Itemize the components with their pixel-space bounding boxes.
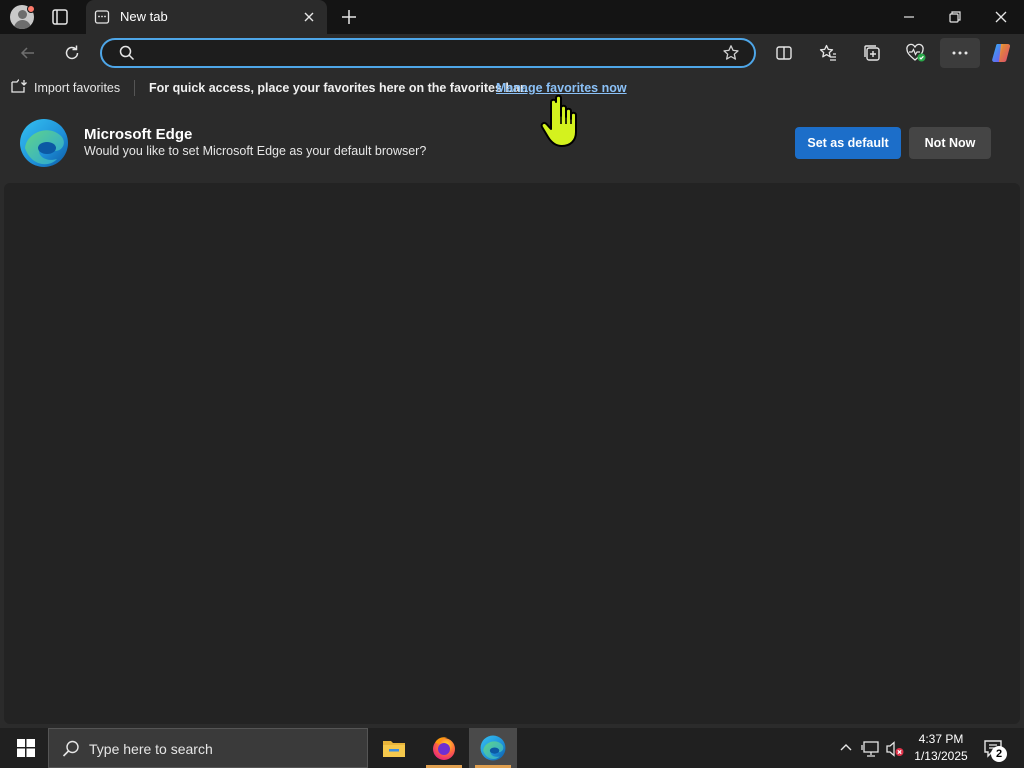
tab-title: New tab <box>120 9 168 24</box>
import-favorites-button[interactable]: Import favorites <box>10 78 121 99</box>
tab-actions-icon[interactable] <box>50 7 70 27</box>
favorites-bar: Import favorites For quick access, place… <box>0 72 1024 104</box>
plus-icon[interactable] <box>338 6 360 28</box>
search-icon <box>61 739 81 759</box>
windows-start-icon[interactable] <box>8 728 44 768</box>
chevron-up-icon[interactable] <box>838 740 854 761</box>
star-icon[interactable] <box>722 44 740 62</box>
file-explorer-icon[interactable] <box>370 728 418 768</box>
refresh-icon[interactable] <box>59 40 85 66</box>
more-icon[interactable] <box>940 38 980 68</box>
search-icon <box>118 44 136 62</box>
not-now-button[interactable]: Not Now <box>909 127 991 159</box>
edge-logo-icon <box>19 118 69 168</box>
taskbar-search-placeholder: Type here to search <box>89 741 213 757</box>
new-tab-page-icon <box>94 9 110 25</box>
close-window-icon[interactable] <box>990 6 1012 28</box>
notification-count-badge: 2 <box>991 746 1007 762</box>
toolbar <box>0 34 1024 72</box>
hand-cursor-icon <box>538 92 586 150</box>
network-icon[interactable] <box>861 740 881 763</box>
taskbar: Type here to search 4:37 PM 1/13/2025 2 <box>0 728 1024 768</box>
set-as-default-button[interactable]: Set as default <box>795 127 901 159</box>
split-screen-icon[interactable] <box>771 40 797 66</box>
address-bar[interactable] <box>100 38 756 68</box>
edge-icon[interactable] <box>469 728 517 768</box>
system-clock[interactable]: 4:37 PM 1/13/2025 <box>908 731 974 765</box>
banner-subtitle: Would you like to set Microsoft Edge as … <box>84 144 427 158</box>
restore-icon[interactable] <box>944 6 966 28</box>
clock-date: 1/13/2025 <box>914 749 968 763</box>
collections-icon[interactable] <box>859 40 885 66</box>
close-icon[interactable] <box>302 10 316 24</box>
banner-title: Microsoft Edge <box>84 126 193 143</box>
copilot-icon[interactable] <box>989 40 1015 66</box>
import-favorites-label: Import favorites <box>34 81 121 95</box>
address-input[interactable] <box>142 44 702 64</box>
profile-notification-dot <box>27 5 35 13</box>
favorites-icon[interactable] <box>815 40 841 66</box>
tab-new-tab[interactable]: New tab <box>86 0 327 34</box>
page-content[interactable] <box>4 183 1020 724</box>
minimize-icon[interactable] <box>898 6 920 28</box>
default-browser-banner: Microsoft Edge Would you like to set Mic… <box>0 104 1024 182</box>
browser-essentials-icon[interactable] <box>903 40 929 66</box>
arrow-left-icon[interactable] <box>15 40 41 66</box>
firefox-icon[interactable] <box>420 728 468 768</box>
favorites-message: For quick access, place your favorites h… <box>149 81 528 95</box>
tab-strip: New tab <box>0 0 1024 34</box>
volume-muted-icon[interactable] <box>885 740 905 763</box>
favorites-divider <box>134 80 135 96</box>
import-icon <box>10 78 28 99</box>
clock-time: 4:37 PM <box>918 732 964 746</box>
taskbar-search-box[interactable]: Type here to search <box>48 728 368 768</box>
